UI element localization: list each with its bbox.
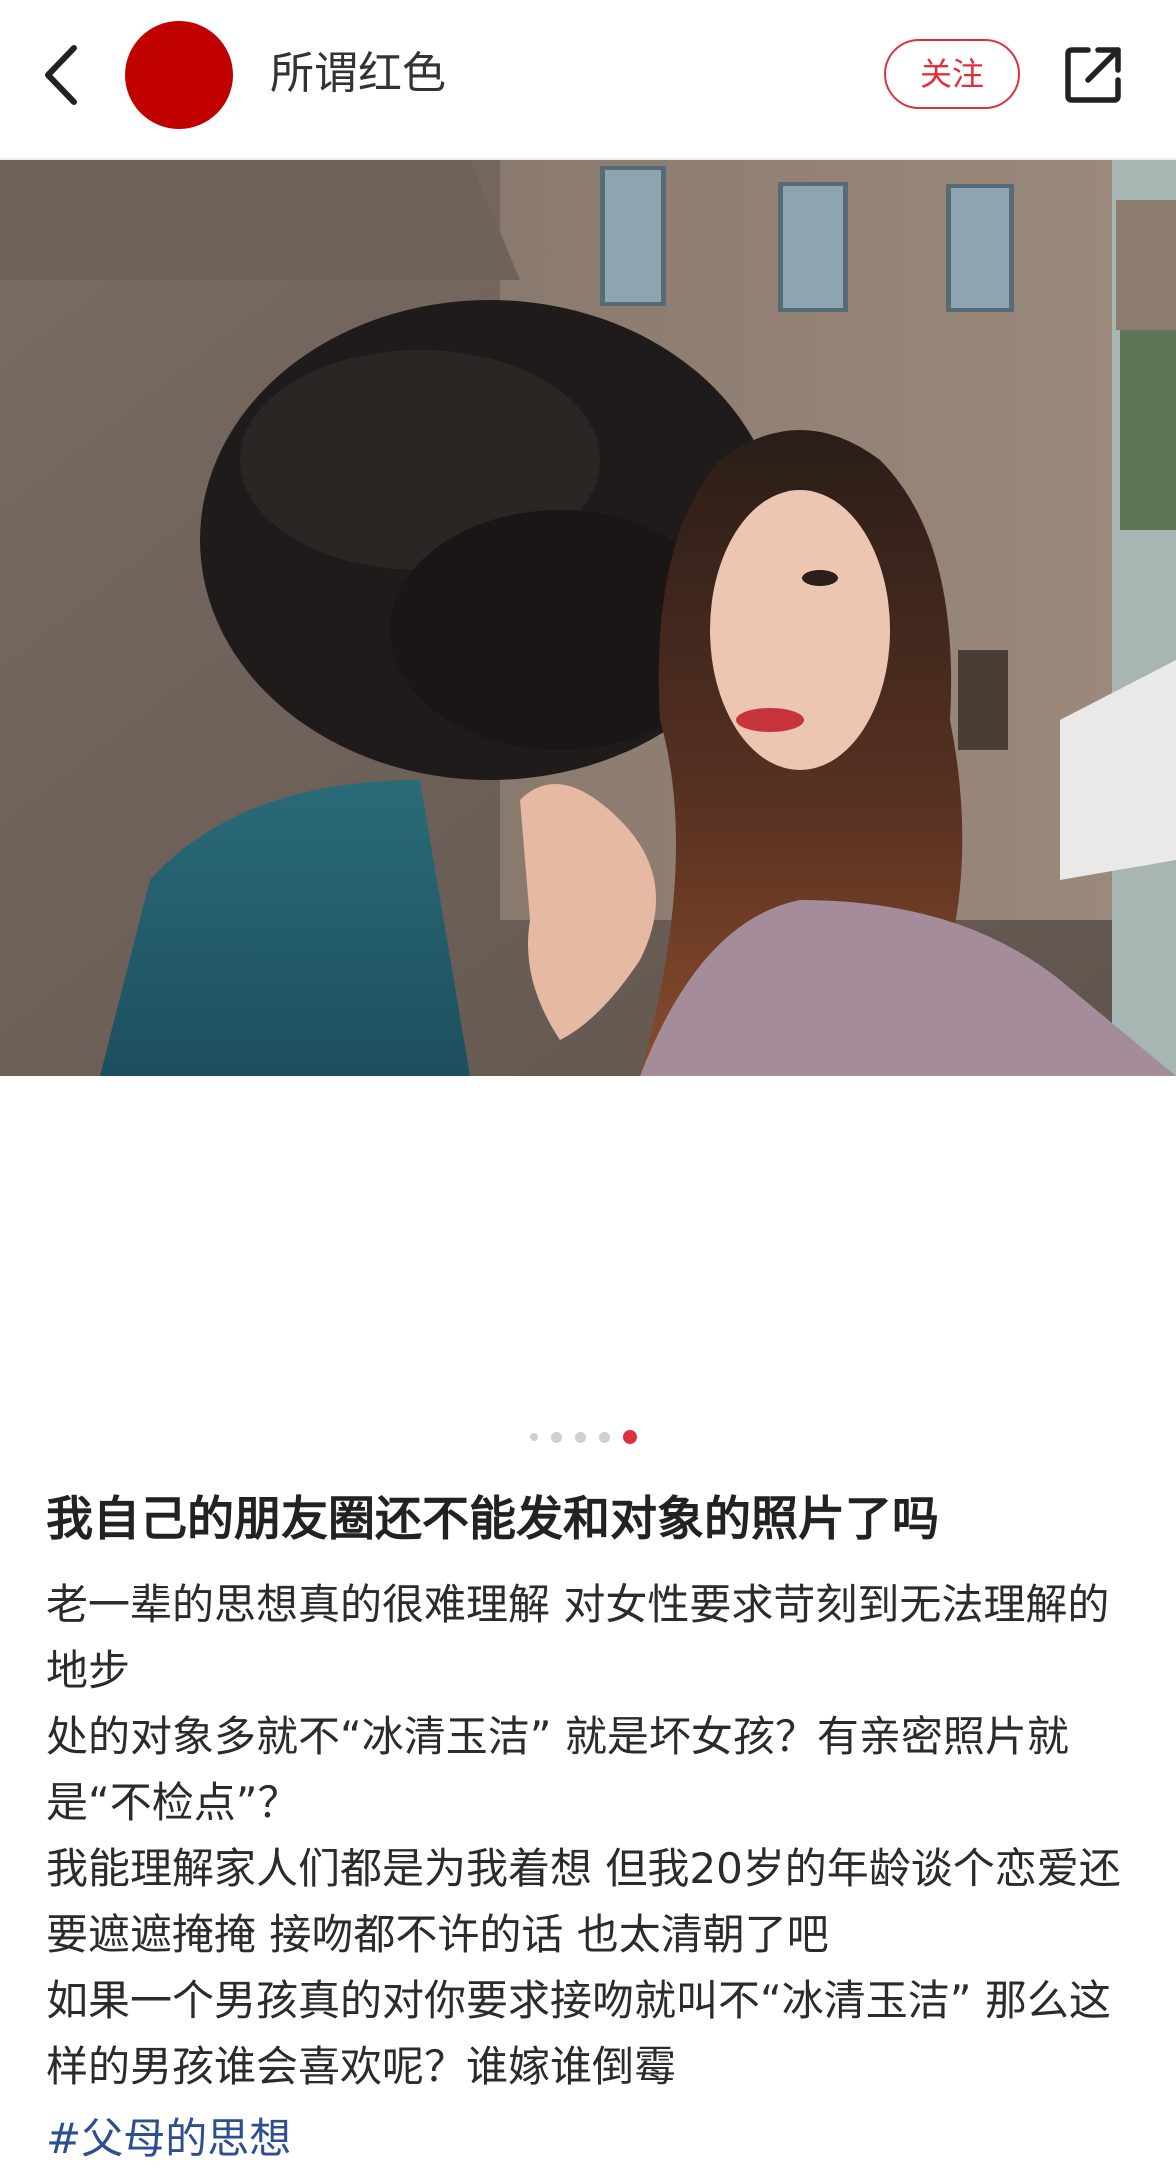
- post-body-line: 我能理解家人们都是为我着想 但我20岁的年龄谈个恋爱还要遮遮掩掩 接吻都不许的话…: [46, 1844, 1121, 1959]
- carousel-dot-active: [623, 1430, 637, 1444]
- post-body: 老一辈的思想真的很难理解 对女性要求苛刻到无法理解的地步 处的对象多就不“冰清玉…: [46, 1572, 1146, 2100]
- username[interactable]: 所谓红色: [270, 44, 446, 104]
- share-button[interactable]: [1062, 44, 1124, 106]
- share-external-icon: [1065, 47, 1121, 103]
- couple-photo-image: [0, 160, 1176, 1076]
- carousel-dot: [599, 1431, 610, 1443]
- carousel-dot: [530, 1433, 538, 1441]
- follow-button[interactable]: 关注: [884, 39, 1020, 109]
- post-body-line: 处的对象多就不“冰清玉洁” 就是坏女孩？有亲密照片就是“不检点”？: [46, 1712, 1069, 1827]
- post-title: 我自己的朋友圈还不能发和对象的照片了吗: [46, 1492, 939, 1547]
- chevron-left-icon: [45, 45, 77, 105]
- carousel-dot: [575, 1431, 586, 1443]
- top-bar: 所谓红色 关注: [0, 0, 1176, 160]
- avatar[interactable]: [125, 21, 233, 129]
- photo-padding: [0, 1076, 1176, 1406]
- hashtag-link[interactable]: #父母的思想: [46, 2106, 291, 2172]
- back-button[interactable]: [40, 44, 84, 106]
- carousel-dot: [551, 1431, 562, 1443]
- post-body-line: 如果一个男孩真的对你要求接吻就叫不“冰清玉洁” 那么这样的男孩谁会喜欢呢？谁嫁谁…: [46, 1976, 1111, 2091]
- post-body-line: 老一辈的思想真的很难理解 对女性要求苛刻到无法理解的地步: [46, 1580, 1110, 1695]
- post-photo[interactable]: [0, 160, 1176, 1076]
- carousel-indicator: [530, 1430, 650, 1444]
